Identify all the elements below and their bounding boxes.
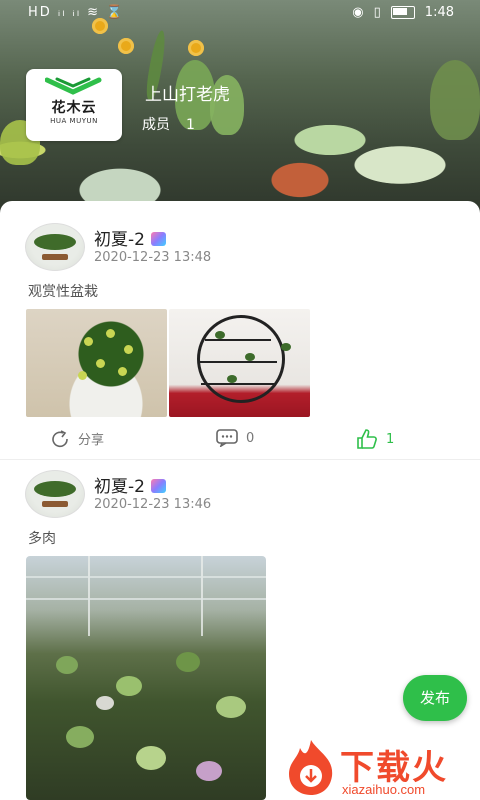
members-count: 1 (186, 117, 195, 133)
share-button[interactable]: 分享 (50, 429, 104, 448)
group-logo: 花木云 HUA MUYUN (26, 69, 122, 141)
username-text: 初夏-2 (94, 230, 145, 250)
post-image-2[interactable] (169, 309, 310, 417)
vip-badge-icon (150, 479, 166, 493)
watermark: 下载火 xiazaihuo.com (284, 736, 480, 800)
publish-button[interactable]: 发布 (403, 675, 467, 721)
post-time: 2020-12-23 13:46 (94, 497, 212, 512)
like-button[interactable]: 1 (356, 429, 394, 449)
logo-name: 花木云 (51, 100, 97, 116)
battery-icon (390, 6, 415, 19)
post-image[interactable] (26, 556, 266, 800)
thumbs-up-icon (357, 429, 377, 449)
status-left-icons: HD ᵢₗ ᵢₗ ≋ ⌛ (28, 5, 125, 20)
post-actions: 分享 0 1 (0, 429, 480, 449)
vip-badge-icon (150, 232, 166, 246)
like-count: 1 (386, 431, 395, 447)
share-label: 分享 (78, 433, 105, 448)
post-text: 观赏性盆栽 (28, 284, 98, 300)
post-username[interactable]: 初夏-2 (94, 225, 166, 250)
members-label: 成员 (142, 117, 170, 133)
comment-icon (216, 429, 238, 447)
eye-icon: ◉ (352, 5, 364, 20)
huamuyun-logo-icon (45, 77, 102, 95)
post-text: 多肉 (28, 531, 56, 547)
flame-logo-icon (289, 740, 333, 795)
comment-count: 0 (246, 430, 255, 446)
post-image-1[interactable] (26, 309, 167, 417)
post-time: 2020-12-23 13:48 (94, 250, 212, 265)
comment-button[interactable]: 0 (216, 429, 254, 447)
avatar[interactable] (25, 223, 85, 271)
avatar[interactable] (25, 470, 85, 518)
share-icon (52, 429, 68, 447)
post-username[interactable]: 初夏-2 (94, 472, 166, 497)
username-text: 初夏-2 (94, 477, 145, 497)
watermark-url: xiazaihuo.com (342, 782, 426, 797)
logo-pinyin: HUA MUYUN (50, 117, 98, 125)
status-bar: HD ᵢₗ ᵢₗ ≋ ⌛ ◉ ▯ 1:48 (0, 0, 480, 26)
clock: 1:48 (424, 5, 454, 20)
post-divider (0, 459, 480, 460)
members-info: 成员 1 (142, 114, 195, 134)
vibrate-icon: ▯ (373, 5, 381, 20)
group-name: 上山打老虎 (145, 85, 230, 105)
